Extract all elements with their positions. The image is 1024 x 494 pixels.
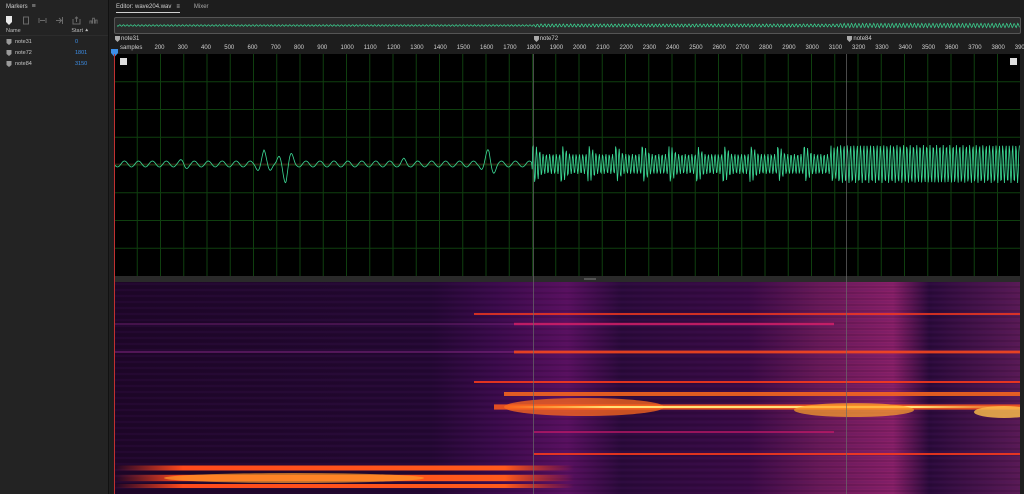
ruler-tick-label: 2000 <box>573 45 587 51</box>
ruler-unit-label: samples <box>120 45 143 51</box>
divider-grip[interactable] <box>584 278 596 280</box>
insert-into-playlist-icon[interactable] <box>55 16 64 25</box>
timeline-marker[interactable]: note84 <box>847 36 872 42</box>
ruler-tick-label: 1400 <box>433 45 447 51</box>
ruler-tick-label: 3400 <box>898 45 912 51</box>
marker-name: note72 <box>15 49 32 56</box>
ruler-tick-label: 3300 <box>875 45 889 51</box>
timeline-marker[interactable]: note72 <box>533 36 559 42</box>
ruler-tick-label: 3200 <box>852 45 866 51</box>
ruler-tick-label: 2100 <box>596 45 610 51</box>
marker-row[interactable]: note72 1801 <box>0 47 108 58</box>
marker-start[interactable]: 1801 <box>75 50 87 56</box>
ruler-tick-label: 900 <box>317 45 328 51</box>
marker-line[interactable] <box>846 54 848 494</box>
timeline-marker[interactable]: note31 <box>115 36 139 42</box>
merge-markers-icon[interactable] <box>38 16 47 25</box>
waveform-display[interactable] <box>114 54 1020 276</box>
marker-icon <box>533 36 539 42</box>
ruler-tick-label: 2400 <box>666 45 680 51</box>
batch-process-icon[interactable] <box>89 16 98 25</box>
ruler-tick-label: 1100 <box>363 45 377 51</box>
marker-start[interactable]: 3150 <box>75 61 87 67</box>
start-column-header[interactable]: Start ⯅ <box>71 28 108 35</box>
delete-marker-icon[interactable] <box>21 16 30 25</box>
zoom-corner-icon[interactable] <box>120 58 127 65</box>
ruler-tick-label: 800 <box>294 45 305 51</box>
editor-tabs: Editor: wave204.wav ≡ Mixer <box>110 0 1024 13</box>
ruler-tick-label: 400 <box>201 45 212 51</box>
timeline-marker-label: note31 <box>121 36 140 42</box>
waveform-graph <box>114 54 1020 276</box>
ruler-tick-label: 1000 <box>340 45 354 51</box>
ruler-tick-label: 300 <box>177 45 188 51</box>
sort-icon: ⯅ <box>84 27 89 34</box>
overview-navigator[interactable] <box>114 17 1021 34</box>
ruler-tick-label: 1700 <box>503 45 517 51</box>
marker-start[interactable]: 0 <box>75 39 78 45</box>
marker-row[interactable]: note31 0 <box>0 36 108 47</box>
start-column-label: Start <box>71 27 83 34</box>
ruler-tick-label: 1500 <box>456 45 471 51</box>
playhead-icon[interactable] <box>110 49 120 57</box>
audio-editor-app: Markers ≡ Name Start ⯅ note31 0 note72 1… <box>0 0 1024 494</box>
tab-mixer[interactable]: Mixer <box>194 4 209 10</box>
ruler-tick-label: 500 <box>224 45 235 51</box>
markers-column-header: Name Start ⯅ <box>0 27 108 36</box>
marker-icon <box>6 38 12 45</box>
ruler-tick-label: 1300 <box>410 45 424 51</box>
ruler-tick-label: 3600 <box>945 45 959 51</box>
zoom-corner-icon[interactable] <box>1010 58 1017 65</box>
markers-panel-header: Markers ≡ <box>0 0 108 13</box>
spectrogram-graph <box>114 282 1020 494</box>
playhead-line[interactable] <box>114 54 115 494</box>
ruler-tick-label: 3800 <box>991 45 1005 51</box>
marker-line[interactable] <box>532 54 534 494</box>
ruler-tick-label: 2500 <box>689 45 703 51</box>
ruler-tick-label: 1200 <box>387 45 401 51</box>
ruler-tick-label: 3000 <box>805 45 819 51</box>
editor-panel: Editor: wave204.wav ≡ Mixer 200 300 400 500… <box>110 0 1024 494</box>
ruler-tick-label: 2300 <box>642 45 657 51</box>
name-column-header[interactable]: Name <box>0 28 71 34</box>
ruler-tick-label: 2700 <box>735 45 750 51</box>
ruler-tick-label: 1900 <box>549 45 564 51</box>
marker-row[interactable]: note84 3150 <box>0 58 108 69</box>
timeline-marker-label: note84 <box>853 36 872 42</box>
overview-waveform <box>117 22 1020 29</box>
timeline-ruler[interactable]: 200 300 400 500 600 700 800 900 1000 1100 1200 1300… <box>114 35 1024 53</box>
markers-list: note31 0 note72 1801 note84 3150 <box>0 36 108 69</box>
ruler-tick-label: 2800 <box>759 45 773 51</box>
marker-icon <box>847 36 853 42</box>
export-selection-icon[interactable] <box>72 15 81 25</box>
ruler-tick-label: 2900 <box>782 45 796 51</box>
marker-name: note84 <box>15 60 32 67</box>
tab-editor-label: Editor: wave204.wav <box>116 3 172 10</box>
add-marker-icon[interactable] <box>4 15 13 25</box>
ruler-tick-label: 3900 <box>1014 45 1024 51</box>
spectral-frequency-display[interactable] <box>114 282 1020 494</box>
ruler-tick-label: 3700 <box>968 45 982 51</box>
panel-menu-icon[interactable]: ≡ <box>32 3 36 10</box>
marker-name: note31 <box>15 38 32 45</box>
ruler-tick-label: 1800 <box>526 45 540 51</box>
ruler-tick-label: 2600 <box>712 45 726 51</box>
ruler-tick-label: 1600 <box>480 45 494 51</box>
timeline-marker-label: note72 <box>539 36 559 42</box>
markers-toolbar <box>0 13 108 27</box>
marker-icon <box>115 36 120 42</box>
ruler-tick-label: 3100 <box>828 45 843 51</box>
markers-panel: Markers ≡ Name Start ⯅ note31 0 note72 1… <box>0 0 109 494</box>
ruler-tick-label: 700 <box>270 45 281 51</box>
ruler-tick-label: 200 <box>154 45 165 51</box>
marker-icon <box>6 60 12 67</box>
markers-panel-title: Markers <box>6 3 28 10</box>
tab-editor[interactable]: Editor: wave204.wav ≡ <box>116 3 180 13</box>
ruler-tick-label: 600 <box>247 45 258 51</box>
marker-icon <box>6 49 12 56</box>
ruler-tick-label: 2200 <box>619 45 633 51</box>
ruler-tick-label: 3500 <box>921 45 936 51</box>
tab-menu-icon[interactable]: ≡ <box>176 4 180 10</box>
